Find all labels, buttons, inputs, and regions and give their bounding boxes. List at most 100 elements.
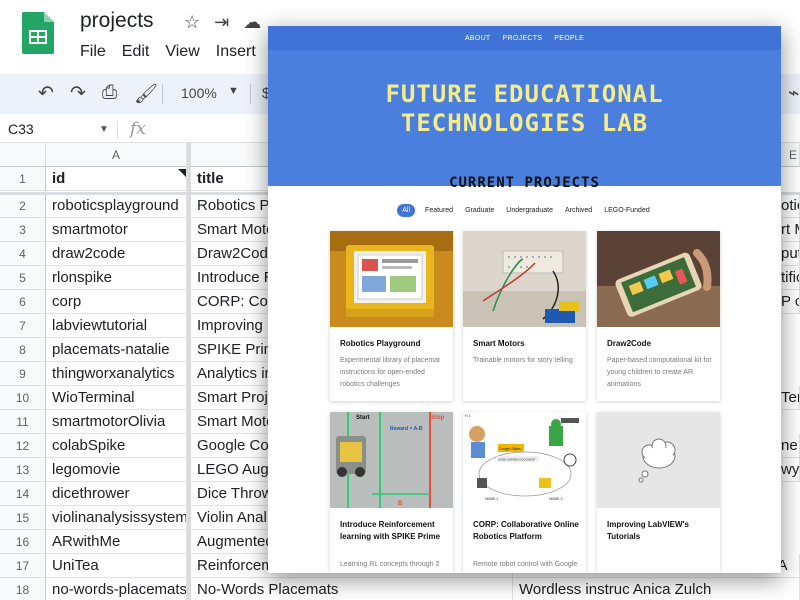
row-header[interactable]: 4 [0, 242, 46, 266]
filter-indicator-icon [178, 169, 186, 177]
card-image-corp: Google Slides GAME SHARED DOCUMENT HOME … [463, 412, 586, 508]
nav-people[interactable]: PEOPLE [554, 35, 584, 42]
menu-insert[interactable]: Insert [216, 43, 256, 61]
zoom-select[interactable]: 100% [181, 85, 217, 101]
project-card-draw2code[interactable]: Draw2Code Paper-based computational kit … [597, 231, 720, 401]
card-description: Paper-based computational kit for young … [607, 357, 712, 388]
row-header[interactable]: 1 [0, 167, 46, 191]
project-filters: All Featured Graduate Undergraduate Arch… [268, 204, 781, 217]
document-title[interactable]: projects [80, 9, 154, 33]
image-label-reward: Reward = A-B [390, 426, 423, 432]
row-header[interactable]: 8 [0, 338, 46, 362]
filter-archived[interactable]: Archived [563, 204, 594, 217]
cell-id[interactable]: rlonspike [46, 266, 187, 290]
cell-id[interactable]: legomovie [46, 458, 187, 482]
cell-id[interactable]: no-words-placemats [46, 578, 187, 600]
card-title: Introduce Reinforcement learning with SP… [340, 520, 441, 541]
card-image-labview [597, 412, 720, 508]
image-label-slides: Google Slides [499, 447, 521, 451]
print-icon[interactable]: ⎙ [102, 82, 117, 104]
row-header[interactable]: 5 [0, 266, 46, 290]
menu-file[interactable]: File [80, 43, 106, 61]
cell-id[interactable]: UniTea [46, 554, 187, 578]
cell-id[interactable]: labviewtutorial [46, 314, 187, 338]
cell-id[interactable]: roboticsplayground [46, 194, 187, 218]
cell-right[interactable]: Wordless instruc Anica Zulch [513, 578, 800, 600]
menu-view[interactable]: View [165, 43, 199, 61]
image-label-shared-doc: GAME SHARED DOCUMENT [498, 458, 536, 462]
card-description: Remote robot control with Google Slides [473, 561, 578, 568]
filter-featured[interactable]: Featured [423, 204, 455, 217]
redo-icon[interactable]: ↷ [70, 82, 86, 105]
more-tools-icon[interactable]: ⌁ [788, 82, 799, 105]
cell-id[interactable]: violinanalysissystem [46, 506, 187, 530]
card-title: Robotics Playground [340, 339, 421, 348]
cell-id[interactable]: ARwithMe [46, 530, 187, 554]
move-folder-icon[interactable]: ⇥ [214, 12, 229, 33]
row-header[interactable]: 18 [0, 578, 46, 600]
cell-id[interactable]: dicethrower [46, 482, 187, 506]
row-header[interactable]: 15 [0, 506, 46, 530]
nav-projects[interactable]: PROJECTS [503, 35, 543, 42]
image-label-b: B [398, 501, 403, 507]
cell-id[interactable]: smartmotorOlivia [46, 410, 187, 434]
undo-icon[interactable]: ↶ [38, 82, 54, 105]
menu-bar: File Edit View Insert [80, 43, 256, 61]
row-header[interactable]: 9 [0, 362, 46, 386]
column-header-a[interactable]: A [46, 143, 187, 167]
card-description: Learning RL concepts through 2 [340, 561, 440, 568]
cell-id[interactable]: WioTerminal [46, 386, 187, 410]
menu-edit[interactable]: Edit [122, 43, 150, 61]
header-cell-id[interactable]: id [46, 167, 187, 191]
project-card-robotics-playground[interactable]: Robotics Playground Experimental library… [330, 231, 453, 401]
row-header[interactable]: 6 [0, 290, 46, 314]
select-all-corner[interactable] [0, 143, 46, 167]
row-header[interactable]: 10 [0, 386, 46, 410]
card-title: Draw2Code [607, 339, 652, 348]
row-header[interactable]: 2 [0, 194, 46, 218]
row-header[interactable]: 11 [0, 410, 46, 434]
fx-icon: fx [130, 119, 146, 139]
cell-id[interactable]: draw2code [46, 242, 187, 266]
star-icon[interactable]: ☆ [184, 12, 200, 33]
row-header[interactable]: 14 [0, 482, 46, 506]
card-image-draw2code [597, 231, 720, 327]
filter-graduate[interactable]: Graduate [463, 204, 496, 217]
row-header[interactable]: 17 [0, 554, 46, 578]
image-label-home3: HOME 3 [549, 497, 562, 501]
filter-lego-funded[interactable]: LEGO-Funded [602, 204, 652, 217]
sheets-logo-icon [22, 12, 54, 54]
cell-title[interactable]: No-Words Placemats [191, 578, 513, 600]
cell-id[interactable]: thingworxanalytics [46, 362, 187, 386]
row-header[interactable]: 12 [0, 434, 46, 458]
chevron-down-icon[interactable]: ▼ [228, 85, 239, 97]
row-header[interactable]: 13 [0, 458, 46, 482]
hero-banner: FUTURE EDUCATIONAL TECHNOLOGIES LAB [268, 50, 781, 186]
project-card-corp[interactable]: Google Slides GAME SHARED DOCUMENT HOME … [463, 412, 586, 573]
cell-id[interactable]: colabSpike [46, 434, 187, 458]
card-title: Improving LabVIEW's Tutorials [607, 520, 689, 541]
nav-about[interactable]: ABOUT [465, 35, 491, 42]
cell-id[interactable]: smartmotor [46, 218, 187, 242]
cloud-status-icon[interactable]: ☁ [243, 12, 261, 33]
image-label-start: Start [356, 415, 370, 421]
project-card-reinforcement-learning[interactable]: Start Stop Reward = A-B B Introduce Rein… [330, 412, 453, 573]
card-title: CORP: Collaborative Online Robotics Plat… [473, 520, 579, 541]
filter-undergraduate[interactable]: Undergraduate [504, 204, 555, 217]
project-card-labview[interactable]: Improving LabVIEW's Tutorials [597, 412, 720, 573]
row-header[interactable]: 7 [0, 314, 46, 338]
name-box[interactable]: C33 [8, 121, 34, 137]
cell-id[interactable]: placemats-natalie [46, 338, 187, 362]
cell-id[interactable]: corp [46, 290, 187, 314]
project-card-smart-motors[interactable]: Smart Motors Trainable motors for story … [463, 231, 586, 401]
card-description: Experimental library of placemat instruc… [340, 357, 440, 388]
row-header[interactable]: 3 [0, 218, 46, 242]
paint-format-icon[interactable]: 🖌 [134, 82, 158, 106]
card-image-reinforcement-learning: Start Stop Reward = A-B B [330, 412, 453, 508]
card-image-robotics-playground [330, 231, 453, 327]
card-image-smart-motors [463, 231, 586, 327]
image-label-stop: Stop [431, 415, 445, 421]
chevron-down-icon[interactable]: ▼ [99, 124, 109, 135]
filter-all[interactable]: All [397, 204, 416, 217]
row-header[interactable]: 16 [0, 530, 46, 554]
